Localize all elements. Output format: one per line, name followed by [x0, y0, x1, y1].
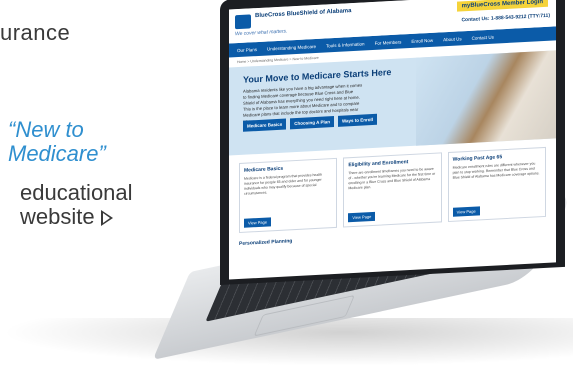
nav-item[interactable]: Contact Us [472, 34, 494, 40]
laptop: BlueCross BlueShield of Alabama We cover… [152, 0, 573, 366]
tagline: We cover what matters. [235, 28, 288, 38]
choosing-plan-button[interactable]: Choosing A Plan [290, 116, 334, 130]
desc-line-with-arrow: website [20, 205, 133, 229]
nav-item[interactable]: For Members [375, 39, 402, 45]
nav-item[interactable]: Enroll Now [411, 37, 433, 43]
description-text: educational website [20, 181, 133, 229]
brand-name: BlueCross BlueShield of Alabama [255, 8, 352, 20]
view-page-button[interactable]: View Page [244, 217, 272, 228]
card-text: Medicare enrollment rules are different … [452, 161, 540, 180]
nav-item[interactable]: Our Plans [237, 47, 257, 53]
nav-item[interactable]: About Us [443, 36, 462, 42]
info-card: Medicare Basics Medicare is a federal pr… [239, 157, 338, 234]
card-text: There are enrollment timeframes you need… [348, 166, 436, 191]
ways-to-enroll-button[interactable]: Ways to Enroll [337, 113, 378, 127]
contact-phone[interactable]: Contact Us: 1-888-543-9212 (TTY:711) [461, 13, 550, 24]
nav-item[interactable]: Understanding Medicare [267, 43, 316, 51]
quote-line: “New to [8, 117, 84, 142]
play-outline-icon [100, 210, 113, 226]
view-page-button[interactable]: View Page [348, 211, 376, 223]
info-card: Eligibility and Enrollment There are enr… [343, 152, 442, 228]
hero-title: Your Move to Medicare Starts Here [243, 67, 392, 85]
heading-fragment: urance [0, 20, 71, 45]
marketing-text: urance “New to Medicare” educational web… [0, 0, 200, 366]
laptop-lid: BlueCross BlueShield of Alabama We cover… [220, 0, 565, 286]
desc-line: website [20, 204, 95, 229]
nav-item[interactable]: Tools & Information [326, 41, 365, 48]
bcbs-logo-icon [235, 14, 251, 30]
view-page-button[interactable]: View Page [452, 206, 480, 217]
card-text: Medicare is a federal program that provi… [244, 172, 323, 196]
hero-banner: Your Move to Medicare Starts Here Alabam… [229, 50, 556, 156]
quote-text: “New to Medicare” [8, 118, 106, 166]
desc-line: educational [20, 180, 133, 205]
quote-line: Medicare” [8, 141, 106, 166]
info-card: Working Past Age 65 Medicare enrollment … [447, 146, 546, 223]
hero-photo [416, 50, 556, 146]
member-login-button[interactable]: myBlueCross Member Login [456, 0, 548, 12]
medicare-basics-button[interactable]: Medicare Basics [243, 118, 287, 132]
website-screen: BlueCross BlueShield of Alabama We cover… [229, 0, 556, 280]
